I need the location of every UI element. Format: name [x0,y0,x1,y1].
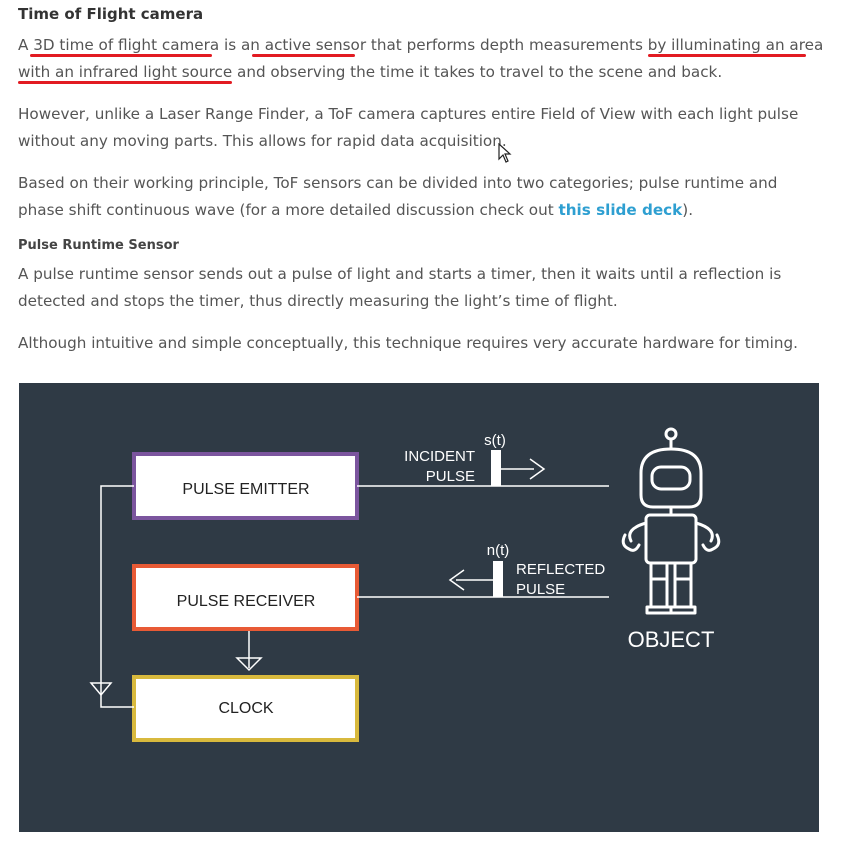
highlight-active-sensor: active sensor [259,36,367,54]
text: ). [682,201,694,219]
text: A [18,36,34,54]
clock-label: CLOCK [218,700,273,717]
paragraph-pulse-runtime: A pulse runtime sensor sends out a pulse… [18,265,782,310]
text: is an [219,36,260,54]
object-label: OBJECT [628,627,715,652]
red-underline-mark [252,54,355,57]
reflected-label-line1: REFLECTED [516,561,605,578]
robot-icon [621,427,721,615]
emitter-to-clock-connector [89,485,134,708]
receiver-to-clock-arrow [235,631,263,672]
pulse-receiver-label: PULSE RECEIVER [177,593,316,610]
highlight-3d-tof: 3D time of flight camera [33,36,220,54]
s-t-label: s(t) [484,432,506,449]
paragraph-accuracy: Although intuitive and simple conceptual… [18,334,798,352]
article-heading: Time of Flight camera [18,5,204,23]
n-t-label: n(t) [487,542,510,559]
red-underline-mark [30,54,212,57]
red-underline-mark [648,54,806,57]
paragraph-categories: Based on their working principle, ToF se… [18,170,828,224]
subheading-pulse-runtime: Pulse Runtime Sensor [18,238,179,253]
paragraph-tof-vs-lrf: However, unlike a Laser Range Finder, a … [18,105,799,150]
pulse-runtime-diagram: PULSE EMITTER PULSE RECEIVER CLOCK s(t) … [19,383,819,832]
slide-deck-link[interactable]: this slide deck [558,201,682,219]
text: that performs depth measurements by [366,36,672,54]
reflected-label-line2: PULSE [516,581,565,598]
incident-arrow-icon [501,458,546,480]
highlight-infrared: with an infrared light source [18,63,233,81]
incident-pulse-bar [491,450,501,486]
red-underline-mark [18,81,232,84]
mouse-cursor-icon [498,143,512,163]
highlight-illuminating: illuminating an area [671,36,824,54]
reflected-pulse-bar [493,561,503,597]
reflected-arrow-icon [448,569,493,591]
text: and observing the time it takes to trave… [232,63,723,81]
paragraph-intro: A 3D time of flight camera is an active … [18,32,828,86]
incident-label-line1: INCIDENT [404,448,475,465]
pulse-emitter-label: PULSE EMITTER [182,481,309,498]
incident-label-line2: PULSE [426,468,475,485]
